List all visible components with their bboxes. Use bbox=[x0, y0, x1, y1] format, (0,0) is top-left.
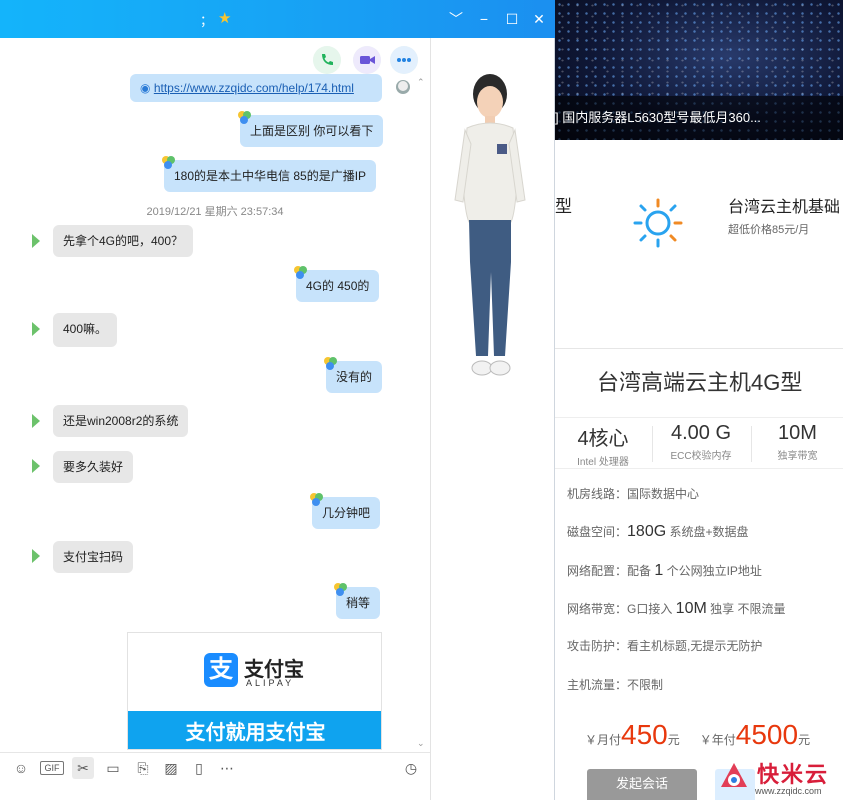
sender-arrow-icon bbox=[32, 549, 40, 563]
message-bubble[interactable]: 要多久装好 bbox=[53, 451, 134, 483]
card-title: 台湾高端云主机4G型 bbox=[597, 370, 803, 395]
watermark-url: www.zzqidc.com bbox=[755, 786, 822, 796]
banner-caption[interactable]: ] 国内服务器L5630型号最低月360... bbox=[555, 96, 843, 140]
alipay-slogan: 支付就用支付宝 bbox=[128, 711, 381, 749]
watermark: 快米云 www.zzqidc.com bbox=[713, 757, 843, 800]
product-title[interactable]: 台湾云主机基础 bbox=[728, 193, 840, 217]
window-title: ； bbox=[200, 13, 214, 28]
shield-check-icon: ◉ bbox=[140, 81, 151, 95]
scroll-up-icon[interactable]: ⌃ bbox=[417, 77, 425, 88]
yearly-price: 4500 bbox=[735, 719, 799, 750]
balloon-icon bbox=[238, 111, 251, 124]
image-icon[interactable]: ▨ bbox=[160, 757, 182, 779]
product-card: 台湾高端云主机4G型 4核心 Intel 处理器 4.00 G ECC校验内存 … bbox=[555, 348, 843, 800]
balloon-icon bbox=[324, 357, 337, 370]
message-bubble[interactable]: 400嘛。 bbox=[53, 313, 118, 347]
dropdown-icon[interactable]: ﹀ bbox=[446, 9, 466, 29]
link-url[interactable]: https://www.zzqidc.com/help/174.html bbox=[154, 81, 354, 95]
chat-window: ； ★ ﹀ − ☐ ✕ ◉ https://www.zzqidc.com/hel… bbox=[0, 0, 555, 800]
message-bubble[interactable]: 先拿个4G的吧，400？ bbox=[53, 225, 194, 257]
promo-banner[interactable]: ] 国内服务器L5630型号最低月360... bbox=[555, 0, 843, 140]
spec-memory: 4.00 G ECC校验内存 bbox=[670, 422, 732, 462]
phone-icon[interactable] bbox=[313, 46, 341, 74]
spec-ddos: 攻击防护：看主机标题,无提示无防护 bbox=[567, 639, 763, 653]
spec-row: 4核心 Intel 处理器 4.00 G ECC校验内存 10M 独享带宽 bbox=[555, 417, 843, 469]
close-button[interactable]: ✕ bbox=[529, 9, 549, 29]
timestamp: 2019/12/21 星期六 23:57:34 bbox=[146, 206, 284, 218]
emoji-icon[interactable]: ☺ bbox=[10, 757, 32, 779]
video-call-icon[interactable] bbox=[353, 46, 381, 74]
more-icon[interactable] bbox=[390, 46, 418, 74]
maximize-button[interactable]: ☐ bbox=[502, 9, 522, 29]
sender-arrow-icon bbox=[32, 234, 40, 248]
message-bubble[interactable]: 还是win2008r2的系统 bbox=[53, 405, 189, 437]
doc-icon[interactable]: ⎘ bbox=[132, 757, 154, 779]
watermark-logo-icon bbox=[721, 763, 747, 787]
product-price-note: 超低价格85元/月 bbox=[728, 224, 810, 236]
alipay-image[interactable]: 支 支付宝 ALIPAY 支付就用支付宝 bbox=[127, 632, 382, 750]
spec-traffic: 主机流量：不限制 bbox=[567, 678, 664, 692]
balloon-icon bbox=[162, 156, 175, 169]
balloon-icon bbox=[310, 493, 323, 506]
sender-arrow-icon bbox=[32, 322, 40, 336]
clock-icon[interactable]: ◷ bbox=[400, 757, 422, 779]
scroll-down-icon[interactable]: ⌄ bbox=[417, 738, 425, 749]
character-figure bbox=[454, 74, 526, 376]
product-title-fragment: 型 bbox=[555, 197, 572, 216]
spec-disk: 磁盘空间：180G 系统盘+数据盘 bbox=[567, 523, 749, 540]
spec-network: 网络配置：配备 1 个公网独立IP地址 bbox=[567, 562, 762, 579]
folder-icon[interactable]: ▭ bbox=[102, 757, 124, 779]
cloud-sun-icon bbox=[633, 198, 683, 248]
alipay-logo-icon: 支 bbox=[204, 653, 238, 687]
alipay-sub: ALIPAY bbox=[246, 678, 295, 688]
divider bbox=[430, 38, 431, 800]
background-webpage: ] 国内服务器L5630型号最低月360... 型 台湾云主机基础 超低价格85… bbox=[555, 0, 843, 800]
watermark-text: 快米云 bbox=[757, 762, 830, 787]
vip-badge-icon: ★ bbox=[218, 10, 232, 27]
balloon-icon bbox=[334, 583, 347, 596]
shake-icon[interactable]: ▯ bbox=[188, 757, 210, 779]
message-bubble[interactable]: 支付宝扫码 bbox=[53, 541, 134, 573]
message-bubble-link[interactable]: ◉ https://www.zzqidc.com/help/174.html bbox=[130, 74, 382, 102]
input-toolbar: ☺ GIF ✂ ▭ ⎘ ▨ ▯ ⋯ ◷ bbox=[0, 752, 430, 782]
spec-bandwidth: 10M 独享带宽 bbox=[777, 422, 818, 462]
gif-icon[interactable]: GIF bbox=[40, 761, 64, 775]
minimize-button[interactable]: − bbox=[474, 9, 494, 29]
spec-bw: 网络带宽：G口接入 10M 独享 不限流量 bbox=[567, 600, 786, 617]
sender-arrow-icon bbox=[32, 459, 40, 473]
start-chat-button[interactable]: 发起会话 bbox=[587, 769, 697, 800]
title-bar[interactable]: ； ★ ﹀ − ☐ ✕ bbox=[0, 0, 555, 38]
price-row: ￥月付450元 ￥年付4500元 bbox=[585, 719, 811, 750]
scissors-icon[interactable]: ✂ bbox=[72, 757, 94, 779]
monthly-price: 450 bbox=[621, 719, 668, 750]
spec-room: 机房线路：国际数据中心 bbox=[567, 487, 700, 501]
more-icon[interactable]: ⋯ bbox=[216, 757, 238, 779]
message-bubble[interactable]: 180的是本土中华电信 85的是广播IP bbox=[164, 160, 377, 192]
balloon-icon bbox=[294, 266, 307, 279]
sender-arrow-icon bbox=[32, 414, 40, 428]
avatar[interactable] bbox=[394, 78, 412, 100]
message-bubble[interactable]: 上面是区别 你可以看下 bbox=[240, 115, 384, 147]
spec-cpu: 4核心 Intel 处理器 bbox=[577, 428, 629, 468]
